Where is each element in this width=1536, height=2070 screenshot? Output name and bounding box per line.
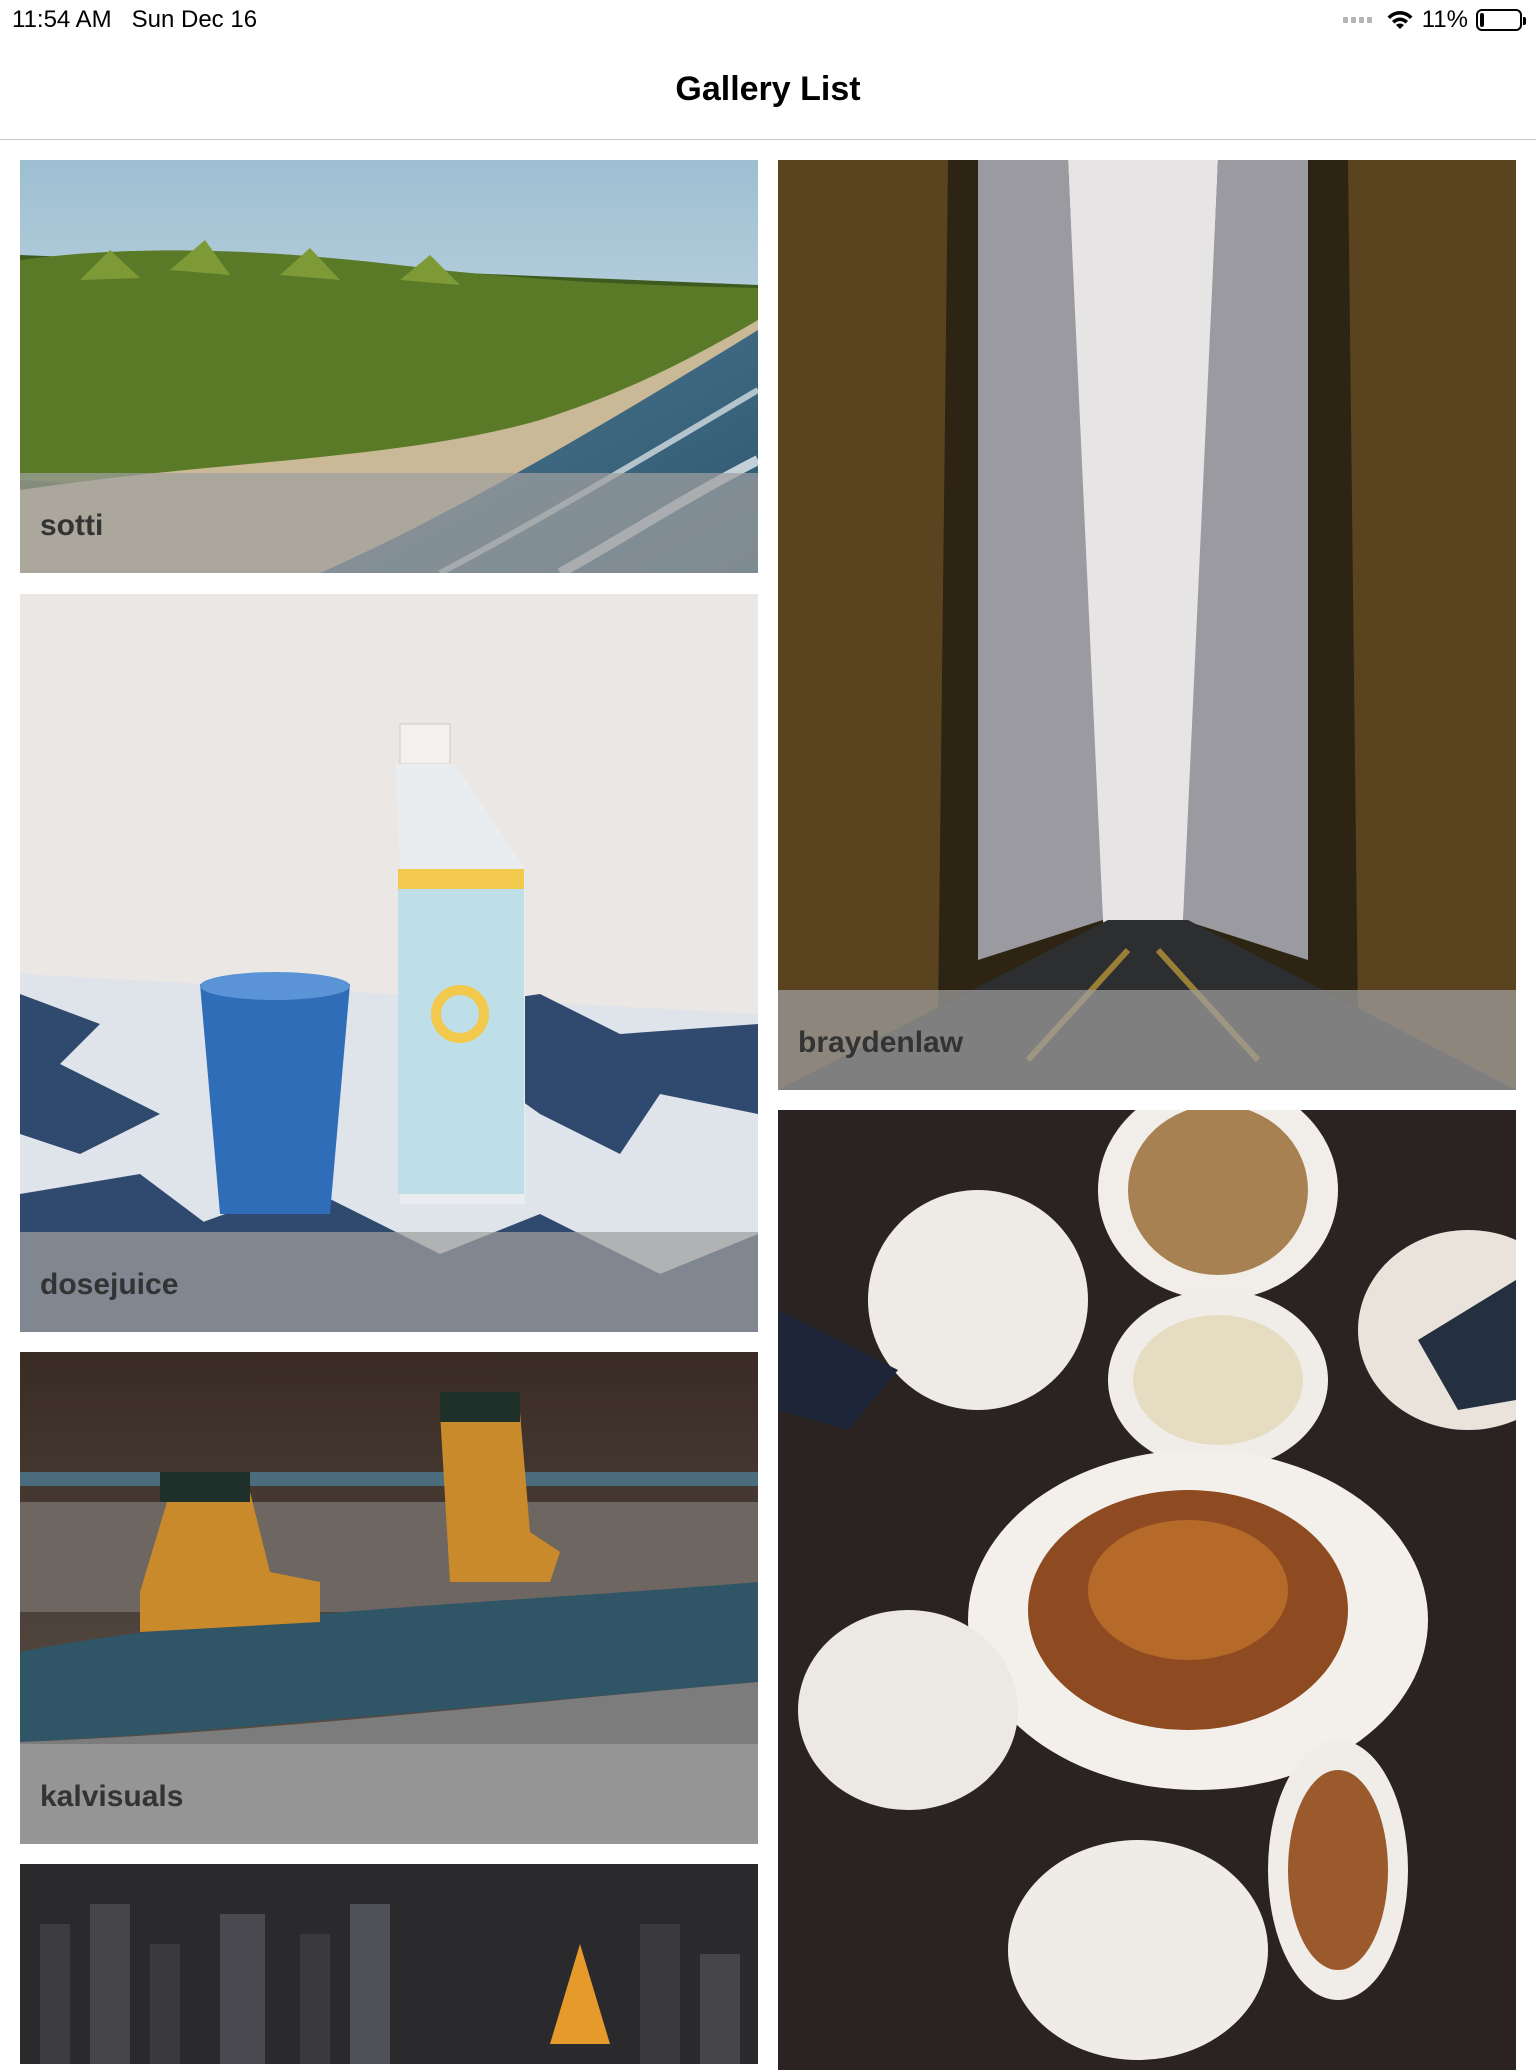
- status-time: 11:54 AM: [12, 6, 112, 33]
- status-bar: 11:54 AM Sun Dec 16 11%: [0, 0, 1536, 40]
- gallery-item-label: sotti: [40, 509, 104, 542]
- cellular-signal-icon: [1342, 17, 1372, 23]
- gallery-item-city[interactable]: [20, 1864, 758, 2064]
- buildings-photo: [778, 160, 1516, 1090]
- status-date: Sun Dec 16: [131, 6, 258, 33]
- city-photo: [20, 1864, 758, 2064]
- juice-photo: [20, 594, 758, 1332]
- gallery-item-kalvisuals[interactable]: kalvisuals: [20, 1352, 758, 1844]
- gallery-item-braydenlaw[interactable]: braydenlaw: [778, 160, 1516, 1090]
- battery-percent: 11%: [1421, 6, 1468, 33]
- gallery-item-sotti[interactable]: sotti: [20, 160, 758, 573]
- navigation-bar: Gallery List: [0, 40, 1536, 140]
- dinner-photo: [778, 1110, 1516, 2070]
- gallery-item-label: kalvisuals: [40, 1780, 184, 1813]
- gallery-item-dinner[interactable]: [778, 1110, 1516, 2070]
- gallery-item-label: dosejuice: [40, 1268, 179, 1301]
- gallery-item-label: braydenlaw: [798, 1026, 964, 1059]
- battery-icon: [1476, 9, 1526, 31]
- wifi-icon: [1386, 9, 1414, 31]
- page-title: Gallery List: [675, 70, 861, 108]
- gallery-item-dosejuice[interactable]: dosejuice: [20, 594, 758, 1332]
